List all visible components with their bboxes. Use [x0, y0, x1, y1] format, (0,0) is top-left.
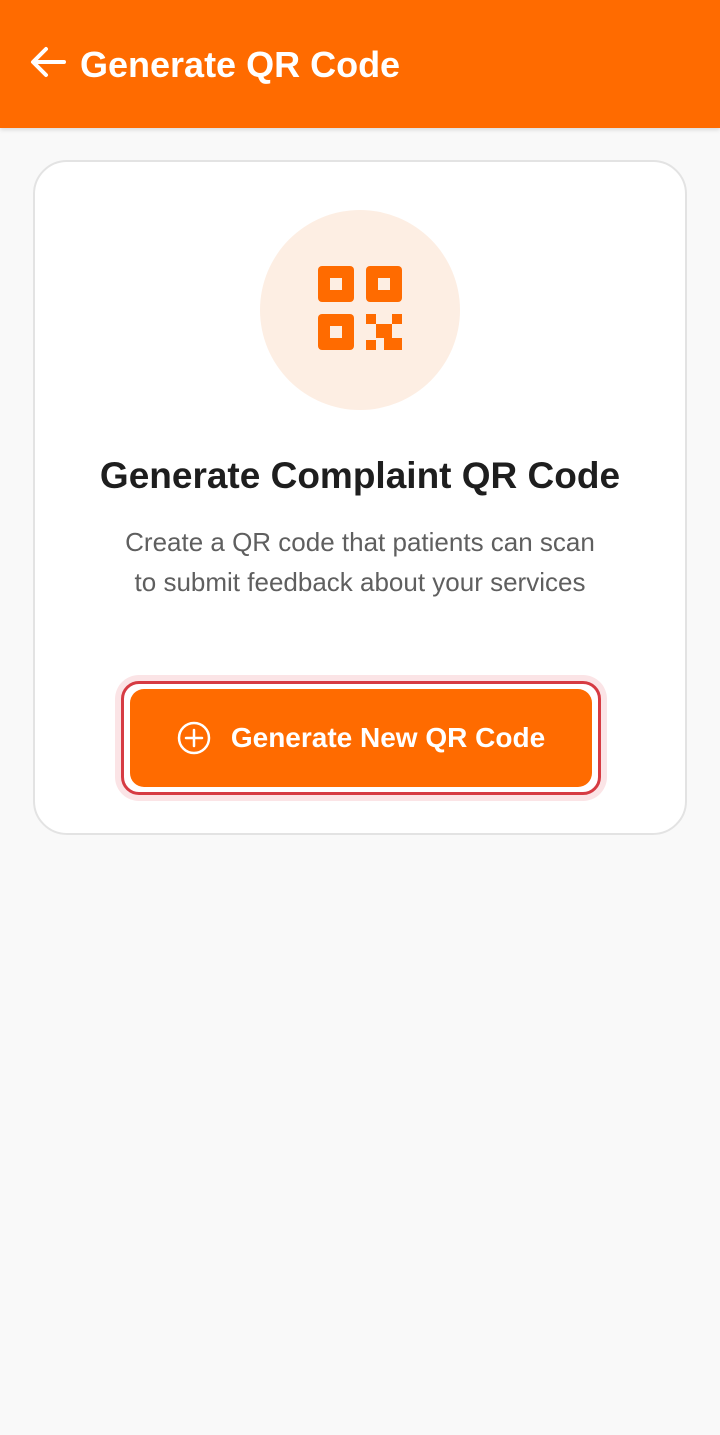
card-title: Generate Complaint QR Code: [99, 455, 621, 496]
app-bar: Generate QR Code: [0, 0, 720, 128]
generate-qr-card: Generate Complaint QR Code Create a QR c…: [33, 160, 687, 835]
arrow-left-icon: [30, 46, 66, 83]
qr-icon-badge: [260, 210, 460, 410]
plus-circle-icon: [177, 721, 211, 755]
back-button[interactable]: [20, 36, 76, 92]
card-description: Create a QR code that patients can scan …: [125, 527, 595, 597]
generate-qr-button[interactable]: Generate New QR Code: [130, 689, 592, 787]
generate-qr-button-label: Generate New QR Code: [230, 722, 546, 753]
page-title: Generate QR Code: [80, 44, 401, 85]
qr-code-icon: [318, 265, 402, 355]
